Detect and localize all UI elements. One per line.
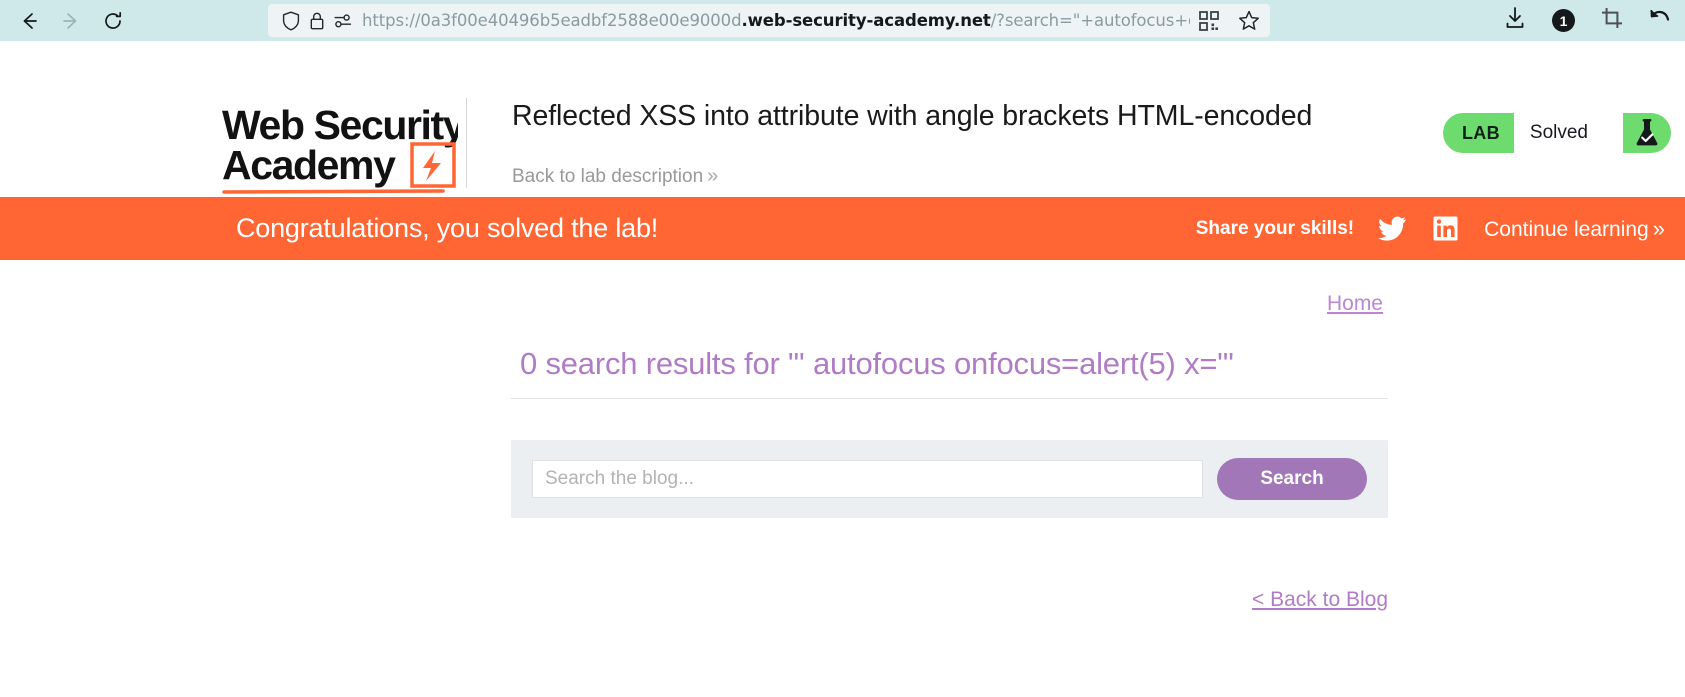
lock-icon[interactable] [304,8,330,34]
search-button[interactable]: Search [1217,458,1367,500]
url-query: /?search="+autofocus+onfocus%3 [990,11,1190,30]
qr-code-icon[interactable] [1196,8,1222,34]
forward-button[interactable] [56,6,86,36]
search-results-heading: 0 search results for "' autofocus onfocu… [520,346,1234,381]
search-input[interactable] [532,460,1203,498]
lab-status-badge[interactable]: LAB Solved [1443,113,1671,153]
linkedin-icon[interactable] [1433,216,1458,241]
back-arrow-icon [23,12,37,29]
crop-icon[interactable] [1601,7,1623,34]
browser-right-tools: 1 [1504,0,1671,41]
page-content: Web Security Academy Reflected XSS into … [0,41,1685,697]
header-divider [466,98,467,188]
chevron-right-icon: » [1652,215,1665,241]
back-to-lab-description-label: Back to lab description [512,166,704,187]
banner-message: Congratulations, you solved the lab! [236,213,659,243]
browser-toolbar: https://0a3f00e40496b5eadbf2588e00e9000d… [0,0,1685,41]
logo-line2-text: Academy [222,142,396,188]
lab-solved-banner: Congratulations, you solved the lab! Sha… [0,197,1685,260]
academy-header: Web Security Academy Reflected XSS into … [0,41,1685,197]
page-title: Reflected XSS into attribute with angle … [512,100,1313,132]
star-bookmark-icon[interactable] [1236,8,1262,34]
continue-learning-label: Continue learning [1484,217,1649,241]
web-security-academy-logo[interactable]: Web Security Academy [222,99,467,202]
url-prefix: https://0a3f00e40496b5eadbf2588e00e9000d [362,11,742,30]
back-to-blog-link[interactable]: < Back to Blog [1252,588,1388,612]
logo-graphic: Web Security Academy [222,102,467,194]
lab-tag-label: LAB [1462,122,1500,143]
blog-search-panel: Search [511,440,1388,518]
home-link[interactable]: Home [1327,292,1383,316]
twitter-icon[interactable] [1378,216,1407,241]
heading-divider [511,398,1388,399]
url-text: https://0a3f00e40496b5eadbf2588e00e9000d… [362,11,1190,30]
flask-check-icon [1623,113,1671,153]
banner-actions: Share your skills! Continue learning» [1196,216,1665,242]
undo-arrow-icon[interactable] [1649,7,1671,34]
url-host: .web-security-academy.net [741,11,991,30]
chevron-right-icon: » [707,165,719,187]
lab-status-text: Solved [1513,113,1623,153]
forward-arrow-icon [63,12,77,29]
notification-count-badge[interactable]: 1 [1552,9,1575,32]
share-your-skills-label: Share your skills! [1195,217,1355,239]
continue-learning-link[interactable]: Continue learning» [1484,216,1665,242]
back-button[interactable] [14,6,44,36]
reload-icon [105,11,122,29]
browser-nav-buttons [0,6,128,36]
reload-button[interactable] [98,6,128,36]
permissions-icon[interactable] [330,8,356,34]
download-icon[interactable] [1504,6,1526,35]
back-to-lab-description-link[interactable]: Back to lab description» [512,165,718,188]
shield-icon[interactable] [278,8,304,34]
address-bar[interactable]: https://0a3f00e40496b5eadbf2588e00e9000d… [268,4,1270,37]
